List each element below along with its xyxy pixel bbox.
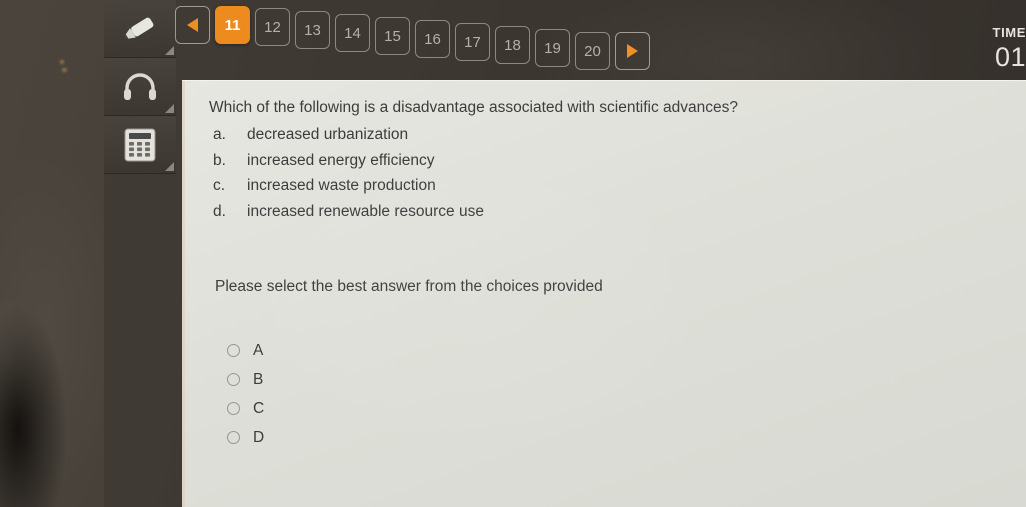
choice-item-b: b. increased energy efficiency — [213, 148, 484, 174]
choice-text-a: decreased urbanization — [247, 126, 409, 143]
background-speck — [62, 68, 67, 72]
page-button-16[interactable]: 16 — [415, 20, 450, 58]
question-panel: Which of the following is a disadvantage… — [182, 80, 1026, 507]
choice-text-b: increased energy efficiency — [247, 151, 435, 169]
timer: TIME 01 — [993, 26, 1026, 71]
radio-option-c[interactable]: C — [227, 394, 264, 423]
sidebar-item-headphones[interactable] — [104, 58, 176, 116]
instruction-text: Please select the best answer from the c… — [215, 278, 603, 295]
sidebar-item-highlighter[interactable] — [104, 0, 176, 58]
tool-sidebar — [104, 0, 176, 507]
radio-label-a: A — [253, 341, 264, 359]
radio-option-b[interactable]: B — [227, 365, 264, 394]
next-page-button[interactable] — [615, 32, 650, 70]
choice-letter-c: c. — [213, 177, 226, 194]
prev-page-button[interactable] — [175, 6, 210, 44]
choice-item-c: c. increased waste production — [213, 173, 484, 199]
radio-label-c: C — [253, 399, 265, 417]
device-screen: 11 12 13 14 15 16 17 18 19 20 TIME 01 Wh… — [104, 0, 1026, 507]
highlighter-icon — [123, 17, 154, 39]
radio-button-d[interactable] — [227, 431, 240, 444]
choice-list: a. decreased urbanization b. increased e… — [213, 122, 484, 224]
choice-letter-d: d. — [213, 202, 226, 220]
sidebar-item-calculator[interactable] — [104, 116, 176, 174]
radio-option-d[interactable]: D — [227, 423, 264, 452]
page-button-18[interactable]: 18 — [495, 26, 530, 64]
choice-letter-b: b. — [213, 151, 226, 169]
page-button-13[interactable]: 13 — [295, 11, 330, 49]
choice-text-c: increased waste production — [247, 177, 436, 194]
header-bar: 11 12 13 14 15 16 17 18 19 20 TIME 01 — [104, 0, 1026, 82]
choice-item-a: a. decreased urbanization — [213, 122, 484, 148]
chevron-right-icon — [627, 44, 638, 58]
page-button-11[interactable]: 11 — [215, 6, 250, 44]
page-button-17[interactable]: 17 — [455, 23, 490, 61]
answer-radio-group: A B C D — [227, 336, 264, 452]
timer-value: 01 — [994, 42, 1026, 72]
page-button-14[interactable]: 14 — [335, 14, 370, 52]
page-button-15[interactable]: 15 — [375, 17, 410, 55]
radio-button-a[interactable] — [227, 344, 240, 357]
page-button-20[interactable]: 20 — [575, 32, 610, 70]
choice-item-d: d. increased renewable resource use — [213, 199, 484, 225]
radio-button-b[interactable] — [227, 373, 240, 386]
radio-label-b: B — [253, 370, 264, 388]
radio-button-c[interactable] — [227, 402, 240, 415]
radio-label-d: D — [253, 428, 265, 446]
radio-option-a[interactable]: A — [227, 336, 264, 365]
page-navigation: 11 12 13 14 15 16 17 18 19 20 — [175, 6, 650, 70]
page-button-12[interactable]: 12 — [255, 8, 290, 46]
calculator-icon — [124, 128, 156, 161]
choice-letter-a: a. — [213, 126, 226, 143]
page-button-19[interactable]: 19 — [535, 29, 570, 67]
chevron-left-icon — [187, 18, 198, 32]
background-speck — [60, 60, 64, 64]
test-question-screen-photo: 11 12 13 14 15 16 17 18 19 20 TIME 01 Wh… — [0, 0, 1026, 507]
question-text: Which of the following is a disadvantage… — [209, 99, 739, 116]
headphones-icon — [124, 72, 156, 100]
timer-label: TIME — [992, 25, 1026, 40]
choice-text-d: increased renewable resource use — [247, 202, 484, 220]
